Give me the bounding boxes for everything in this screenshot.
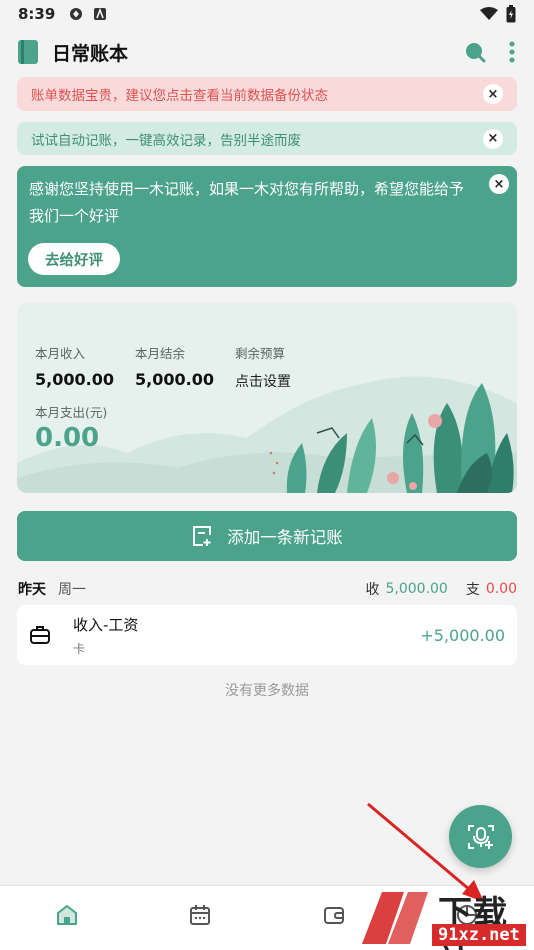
auto-record-notice-text: 试试自动记账，一键高效记录，告别半途而废 (31, 132, 301, 149)
rating-card-text: 感谢您坚持使用一木记账，如果一木对您有所帮助，希望您能给予我们一个好评 (29, 180, 465, 225)
day-income-label: 收 (365, 582, 380, 598)
chart-icon (457, 905, 478, 925)
search-icon[interactable] (464, 41, 486, 63)
auto-record-notice[interactable]: 试试自动记账，一键高效记录，告别半途而废 × (17, 122, 517, 155)
status-time: 8:39 (18, 5, 56, 23)
close-icon[interactable]: × (483, 128, 503, 149)
close-icon[interactable]: × (489, 174, 509, 194)
nav-home[interactable] (0, 886, 134, 950)
monthly-summary-card: 本月收入 5,000.00 本月结余 5,000.00 剩余预算 点击设置 本月… (17, 303, 517, 493)
day-expense-value: 0.00 (485, 581, 517, 597)
set-budget-link[interactable]: 点击设置 (235, 371, 291, 391)
remaining-budget[interactable]: 剩余预算 点击设置 (235, 343, 291, 391)
weekday-label: 周一 (58, 582, 86, 598)
transaction-amount: +5,000.00 (420, 625, 505, 645)
wifi-icon (480, 7, 498, 20)
backup-notice-text: 账单数据宝贵，建议您点击查看当前数据备份状态 (31, 88, 328, 104)
nav-wallet[interactable] (267, 886, 401, 950)
day-label: 昨天 (18, 582, 46, 598)
transaction-title: 收入-工资 (73, 615, 139, 634)
backup-notice[interactable]: 账单数据宝贵，建议您点击查看当前数据备份状态 × (17, 77, 517, 111)
month-expense-label: 本月支出(元) (35, 405, 108, 420)
bottom-navigation (0, 885, 534, 950)
day-income-value: 5,000.00 (385, 581, 448, 597)
wallet-icon (323, 907, 344, 924)
calendar-icon (190, 905, 211, 925)
sync-icon (70, 8, 83, 20)
home-icon (56, 905, 77, 925)
close-icon[interactable]: × (483, 84, 503, 104)
nav-calendar[interactable] (134, 886, 268, 950)
day-expense-label: 支 (465, 582, 480, 598)
battery-icon (506, 5, 516, 23)
app-bar: 日常账本 (0, 30, 534, 74)
page-title: 日常账本 (52, 42, 129, 65)
rating-card: 感谢您坚持使用一木记账，如果一木对您有所帮助，希望您能给予我们一个好评 去给好评… (17, 166, 517, 287)
add-record-button[interactable]: 添加一条新记账 (17, 511, 517, 561)
month-income-label: 本月收入 (35, 346, 86, 361)
transaction-account: 卡 (73, 641, 86, 656)
nav-statistics[interactable] (401, 886, 534, 950)
month-income: 本月收入 5,000.00 (35, 343, 114, 389)
month-expense: 本月支出(元) 0.00 (35, 402, 107, 453)
transaction-row[interactable]: 收入-工资 卡 +5,000.00 (17, 605, 517, 665)
voice-add-button[interactable] (449, 805, 512, 868)
status-bar: 8:39 (0, 0, 534, 28)
app-notification-icon (94, 7, 107, 20)
add-note-icon (191, 525, 213, 547)
ledger-book-icon (18, 40, 38, 64)
month-balance-value: 5,000.00 (135, 370, 214, 389)
day-group-header: 昨天 周一 收 5,000.00 支 0.00 (18, 578, 517, 600)
month-balance-label: 本月结余 (135, 346, 186, 361)
no-more-data-text: 没有更多数据 (225, 683, 309, 699)
remaining-budget-label: 剩余预算 (235, 346, 286, 361)
more-menu-icon[interactable] (508, 40, 516, 64)
month-balance: 本月结余 5,000.00 (135, 343, 214, 389)
microphone-add-icon (467, 824, 494, 849)
add-record-label: 添加一条新记账 (227, 528, 343, 547)
plant-illustration (17, 376, 517, 493)
give-rating-button[interactable]: 去给好评 (28, 243, 120, 275)
briefcase-icon (29, 624, 51, 646)
month-expense-value: 0.00 (35, 423, 100, 453)
month-income-value: 5,000.00 (35, 370, 114, 389)
